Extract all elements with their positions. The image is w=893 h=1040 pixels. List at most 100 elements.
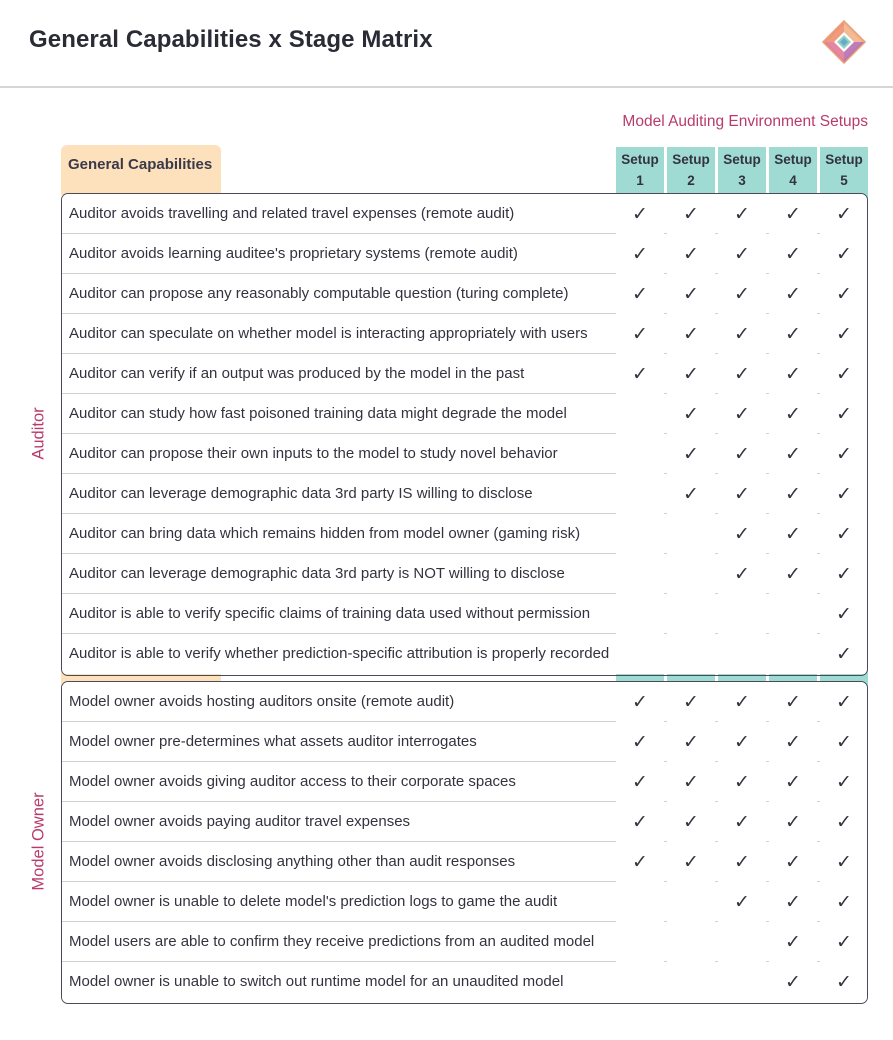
empty-cell [616,394,664,434]
capability-label: Auditor is able to verify specific claim… [69,605,591,622]
capability-row: Model owner is unable to switch out runt… [62,962,867,1002]
check-icon: ✓ [820,634,867,674]
capability-label: Auditor avoids learning auditee's propri… [69,245,518,262]
empty-cell [616,634,664,674]
check-icon: ✓ [616,274,664,314]
check-icon: ✓ [820,962,867,1002]
capability-row: Auditor avoids travelling and related tr… [62,194,867,234]
check-icon: ✓ [718,842,766,882]
check-icon: ✓ [718,474,766,514]
check-icon: ✓ [667,682,715,722]
check-icon: ✓ [769,554,817,594]
empty-cell [616,922,664,962]
setup-header-number: 2 [687,173,695,188]
check-icon: ✓ [820,682,867,722]
check-icon: ✓ [820,434,867,474]
group-label-model-owner: Model Owner [29,791,48,891]
check-icon: ✓ [718,762,766,802]
check-icon: ✓ [769,394,817,434]
capability-label: Auditor avoids travelling and related tr… [69,205,515,222]
empty-cell [667,514,715,554]
check-icon: ✓ [769,474,817,514]
empty-cell [616,514,664,554]
check-icon: ✓ [769,274,817,314]
check-icon: ✓ [718,234,766,274]
check-icon: ✓ [667,434,715,474]
empty-cell [616,434,664,474]
setup-header-label: Setup [672,152,710,167]
capability-label: Auditor can propose any reasonably compu… [69,285,569,302]
diamond-logo-icon [822,20,866,64]
check-icon: ✓ [769,762,817,802]
capability-label: Model owner is unable to delete model's … [69,893,558,910]
check-icon: ✓ [616,314,664,354]
group-label-auditor: Auditor [29,406,48,460]
empty-cell [718,962,766,1002]
check-icon: ✓ [820,194,867,234]
setup-header-3: Setup 3 [718,147,766,193]
capability-row: Model users are able to confirm they rec… [62,922,867,962]
check-icon: ✓ [820,354,867,394]
capability-label: Auditor can bring data which remains hid… [69,525,581,542]
empty-cell [616,962,664,1002]
capability-row: Auditor can speculate on whether model i… [62,314,867,354]
capability-row: Model owner avoids hosting auditors onsi… [62,682,867,722]
check-icon: ✓ [718,514,766,554]
capability-row: Auditor can propose their own inputs to … [62,434,867,474]
check-icon: ✓ [769,922,817,962]
check-icon: ✓ [718,354,766,394]
empty-cell [769,634,817,674]
check-icon: ✓ [667,234,715,274]
check-icon: ✓ [769,802,817,842]
check-icon: ✓ [820,514,867,554]
capability-row: Auditor avoids learning auditee's propri… [62,234,867,274]
capability-row: Auditor can leverage demographic data 3r… [62,474,867,514]
capability-label: Model owner avoids hosting auditors onsi… [69,693,455,710]
empty-cell [616,474,664,514]
capability-label: Model owner pre-determines what assets a… [69,733,477,750]
empty-cell [667,554,715,594]
setups-heading: Model Auditing Environment Setups [622,113,868,130]
check-icon: ✓ [718,682,766,722]
setup-header-number: 3 [738,173,746,188]
empty-cell [718,634,766,674]
check-icon: ✓ [616,682,664,722]
check-icon: ✓ [820,314,867,354]
capability-label: Model users are able to confirm they rec… [69,933,595,950]
capability-row: Auditor is able to verify whether predic… [62,634,867,674]
capability-row: Auditor can leverage demographic data 3r… [62,554,867,594]
check-icon: ✓ [769,314,817,354]
check-icon: ✓ [769,434,817,474]
capability-row: Model owner avoids giving auditor access… [62,762,867,802]
setup-header-5: Setup 5 [820,147,868,193]
setup-header-2: Setup 2 [667,147,715,193]
capability-row: Model owner avoids disclosing anything o… [62,842,867,882]
capability-group-auditor: Auditor avoids travelling and related tr… [61,193,868,676]
check-icon: ✓ [667,314,715,354]
setup-header-label: Setup [723,152,761,167]
check-icon: ✓ [769,842,817,882]
check-icon: ✓ [769,194,817,234]
check-icon: ✓ [820,882,867,922]
check-icon: ✓ [820,922,867,962]
empty-cell [667,634,715,674]
capability-row: Model owner pre-determines what assets a… [62,722,867,762]
check-icon: ✓ [718,802,766,842]
empty-cell [616,554,664,594]
check-icon: ✓ [820,802,867,842]
check-icon: ✓ [769,882,817,922]
check-icon: ✓ [616,802,664,842]
setup-header-1: Setup 1 [616,147,664,193]
empty-cell [718,922,766,962]
check-icon: ✓ [820,762,867,802]
setup-header-number: 5 [840,173,848,188]
capability-label: Auditor can propose their own inputs to … [69,445,558,462]
empty-cell [616,594,664,634]
setup-header-label: Setup [825,152,863,167]
empty-cell [667,594,715,634]
capability-group-model-owner: Model owner avoids hosting auditors onsi… [61,681,868,1004]
capability-row: Model owner avoids paying auditor travel… [62,802,867,842]
check-icon: ✓ [718,194,766,234]
empty-cell [769,594,817,634]
check-icon: ✓ [769,514,817,554]
